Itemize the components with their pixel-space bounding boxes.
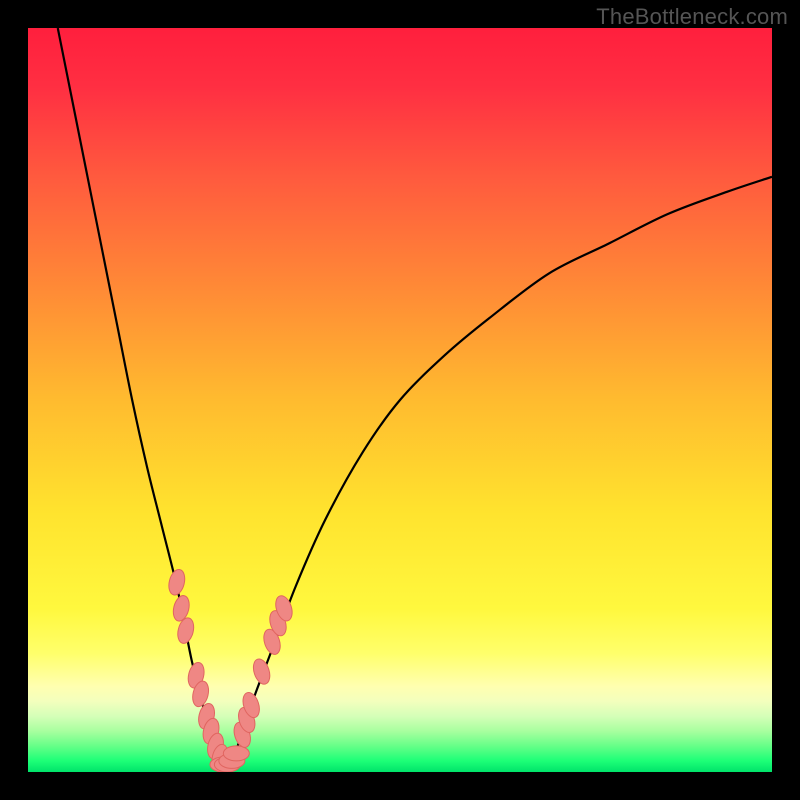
chart-frame: TheBottleneck.com: [0, 0, 800, 800]
curve-marker: [166, 568, 187, 597]
curve-markers: [166, 568, 295, 772]
curve-marker: [223, 746, 249, 761]
curve-left-branch: [58, 28, 226, 768]
curve-marker: [250, 657, 272, 686]
watermark-text: TheBottleneck.com: [596, 4, 788, 30]
curve-layer: [28, 28, 772, 772]
plot-area: [28, 28, 772, 772]
curve-right-branch: [226, 177, 772, 768]
